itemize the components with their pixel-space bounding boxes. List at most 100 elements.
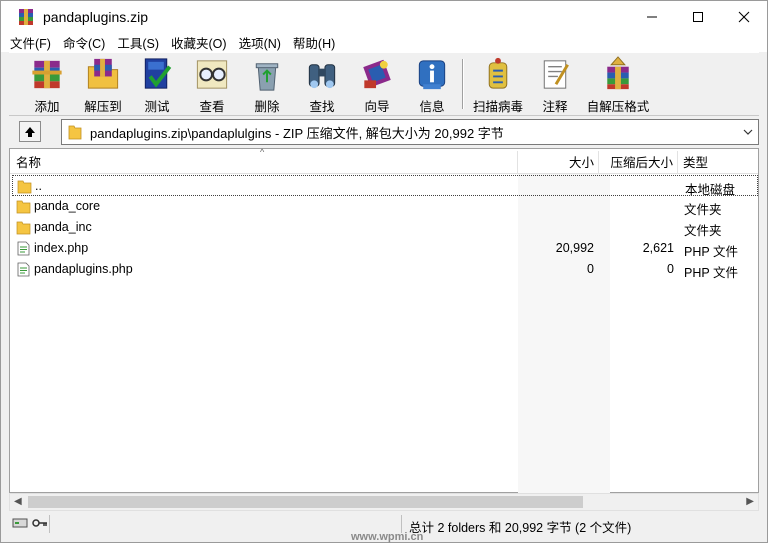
menu-file[interactable]: 文件(F) <box>10 33 51 52</box>
test-label: 测试 <box>144 100 170 114</box>
file-type: 文件夹 <box>684 224 722 238</box>
table-row[interactable]: panda_inc 文件夹 <box>12 217 758 238</box>
column-type-label: 类型 <box>683 156 709 170</box>
delete-label: 删除 <box>254 100 280 114</box>
up-arrow-icon <box>25 126 35 137</box>
up-folder-button[interactable] <box>19 121 41 142</box>
extract-folder-icon <box>87 58 119 89</box>
address-bar[interactable]: pandaplugins.zip\pandaplulgins - ZIP 压缩文… <box>61 119 759 145</box>
watermark: www.wpmi.cn <box>351 531 424 543</box>
toolbar: 添加 解压到 测试 查看 删除 查找 向导 信息 扫描病毒 注释 自解压格式 <box>9 52 759 116</box>
status-summary: 总计 2 folders 和 20,992 字节 (2 个文件) <box>409 521 632 535</box>
scroll-left-icon[interactable]: ◀ <box>14 496 22 507</box>
close-icon <box>738 11 750 22</box>
comment-button[interactable]: 注释 <box>527 55 583 115</box>
virus-scan-label: 扫描病毒 <box>472 100 523 114</box>
key-icon[interactable] <box>32 517 48 529</box>
sfx-label: 自解压格式 <box>586 100 650 114</box>
file-size: 20,992 <box>555 241 594 255</box>
view-button[interactable]: 查看 <box>184 55 240 115</box>
virus-scan-icon <box>488 57 508 89</box>
php-file-icon <box>17 241 30 256</box>
horizontal-scrollbar[interactable]: ◀ ▶ <box>9 493 759 511</box>
file-type: PHP 文件 <box>684 266 738 280</box>
folder-icon <box>68 125 82 140</box>
delete-button[interactable]: 删除 <box>239 55 295 115</box>
file-size: 0 <box>587 262 594 276</box>
column-divider[interactable] <box>677 151 678 173</box>
sfx-archive-icon <box>607 56 629 90</box>
file-packed-size: 0 <box>667 262 674 276</box>
maximize-button[interactable] <box>675 1 721 32</box>
extract-to-button[interactable]: 解压到 <box>75 55 131 115</box>
menu-bar: 文件(F) 命令(C) 工具(S) 收藏夹(O) 选项(N) 帮助(H) <box>1 32 767 52</box>
minimize-button[interactable] <box>629 1 675 32</box>
folder-icon <box>16 200 31 214</box>
recycle-bin-icon <box>255 63 279 91</box>
extract-to-label: 解压到 <box>84 100 122 114</box>
test-archive-icon <box>144 58 172 89</box>
test-button[interactable]: 测试 <box>129 55 185 115</box>
file-name: panda_core <box>34 199 101 213</box>
folder-icon <box>16 221 31 235</box>
add-button[interactable]: 添加 <box>19 55 75 115</box>
file-type: PHP 文件 <box>684 245 738 259</box>
column-size-label: 大小 <box>568 156 594 170</box>
window-controls <box>629 1 767 32</box>
binoculars-icon <box>308 64 336 89</box>
find-button[interactable]: 查找 <box>294 55 350 115</box>
info-label: 信息 <box>419 100 445 114</box>
table-row-parent[interactable]: .. 本地磁盘 <box>12 175 758 197</box>
php-file-icon <box>17 262 30 277</box>
sort-ascending-icon: ^ <box>260 147 265 157</box>
scrollbar-thumb[interactable] <box>28 496 583 508</box>
menu-help[interactable]: 帮助(H) <box>293 33 335 52</box>
info-button[interactable]: 信息 <box>404 55 460 115</box>
comment-label: 注释 <box>542 100 568 114</box>
file-name: pandaplugins.php <box>34 262 133 276</box>
menu-options[interactable]: 选项(N) <box>239 33 281 52</box>
toolbar-separator <box>462 59 464 109</box>
file-name: .. <box>35 179 42 193</box>
menu-favorites[interactable]: 收藏夹(O) <box>171 33 227 52</box>
column-name-header[interactable]: 名称 <box>16 149 41 174</box>
close-button[interactable] <box>721 1 767 32</box>
minimize-icon <box>647 16 657 17</box>
info-icon <box>418 60 446 90</box>
column-size-header[interactable]: 大小 <box>518 149 594 174</box>
column-type-header[interactable]: 类型 <box>683 149 708 174</box>
file-name: panda_inc <box>34 220 92 234</box>
add-label: 添加 <box>34 100 60 114</box>
title-bar: pandaplugins.zip <box>1 1 767 32</box>
scroll-right-icon[interactable]: ▶ <box>746 496 754 507</box>
column-packed-header[interactable]: 压缩后大小 <box>599 149 673 174</box>
table-row[interactable]: index.php 20,992 2,621 PHP 文件 <box>12 238 758 259</box>
table-row[interactable]: pandaplugins.php 0 0 PHP 文件 <box>12 259 758 280</box>
maximize-icon <box>693 11 703 22</box>
chevron-down-icon[interactable] <box>742 126 754 138</box>
menu-commands[interactable]: 命令(C) <box>63 33 105 52</box>
sfx-button[interactable]: 自解压格式 <box>587 55 649 115</box>
wizard-icon <box>363 59 391 89</box>
window-title: pandaplugins.zip <box>43 8 149 25</box>
file-packed-size: 2,621 <box>642 241 674 255</box>
find-label: 查找 <box>309 100 335 114</box>
drive-icon[interactable] <box>12 517 28 529</box>
address-path: pandaplugins.zip\pandaplulgins - ZIP 压缩文… <box>90 125 504 141</box>
column-name-label: 名称 <box>16 156 42 170</box>
winrar-app-icon <box>19 8 33 25</box>
wizard-label: 向导 <box>364 100 390 114</box>
menu-tools[interactable]: 工具(S) <box>117 33 159 52</box>
winrar-window: pandaplugins.zip 文件(F) 命令(C) 工具(S) 收藏夹(O… <box>0 0 768 543</box>
table-row[interactable]: panda_core 文件夹 <box>12 196 758 217</box>
virus-scan-button[interactable]: 扫描病毒 <box>470 55 526 115</box>
folder-icon <box>17 180 32 194</box>
view-label: 查看 <box>199 100 225 114</box>
file-type: 文件夹 <box>684 203 722 217</box>
status-icons <box>12 517 48 529</box>
file-list[interactable]: 名称 ^ 大小 压缩后大小 类型 .. 本地磁盘 panda_core 文件夹 … <box>9 147 759 494</box>
view-glasses-icon <box>196 60 228 89</box>
comment-note-icon <box>543 60 569 89</box>
list-header: 名称 ^ 大小 压缩后大小 类型 <box>10 147 758 174</box>
wizard-button[interactable]: 向导 <box>349 55 405 115</box>
